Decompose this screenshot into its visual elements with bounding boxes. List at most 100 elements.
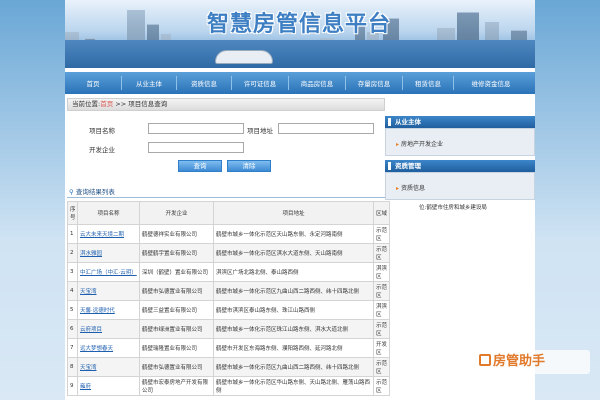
col-header-index: 序号: [67, 201, 78, 225]
query-button[interactable]: 查询: [178, 160, 222, 172]
cell-project-name[interactable]: 云大未来天境二期: [77, 224, 140, 244]
sidebar-body-entities: ▸ 房地产开发企业: [385, 128, 535, 156]
cell-index: 8: [67, 357, 78, 377]
bullet-icon: ▸: [396, 141, 400, 148]
cell-district: 示范区: [373, 357, 390, 377]
table-row: 4 天宝湾 鹤壁市弘德置业有限公司 鹤壁市城乡一体化示范区九曲山西二路西侧、纬十四路北…: [67, 281, 390, 301]
results-header: ⚲ 查询结果列表: [69, 186, 115, 196]
cell-address: 鹤壁市开发区东海路东侧、濮阳路西侧、延河路北侧: [213, 338, 374, 358]
cell-developer: 鹤壁市宏泰房地产开发有限公司: [139, 376, 214, 396]
breadcrumb-home-link[interactable]: 首页: [100, 100, 113, 108]
cell-district: 示范区: [373, 376, 390, 396]
nav-item-commercial-housing[interactable]: 商品房信息: [289, 78, 345, 88]
project-address-input[interactable]: [278, 123, 374, 134]
cell-project-name[interactable]: 雍府: [77, 376, 140, 396]
cell-index: 6: [67, 319, 78, 339]
nav-item-qualification[interactable]: 资质信息: [177, 78, 231, 88]
cell-project-name[interactable]: 天宝湾: [77, 281, 140, 301]
results-title: 查询结果列表: [75, 188, 115, 196]
header-banner: 智慧房管信息平台: [65, 0, 535, 68]
table-header-row: 序号 项目名称 开发企业 项目地址 区域: [67, 201, 390, 225]
table-row: 2 淇水雅园 鹤壁鹤宇置业有限公司 鹤壁市城乡一体化示范区淇水大道东侧、天山路南侧 示范…: [67, 243, 390, 263]
cell-district: 示范区: [373, 281, 390, 301]
search-icon: ⚲: [69, 188, 74, 196]
cell-developer: 鹤壁鹤宇置业有限公司: [139, 243, 214, 263]
nav-item-existing-housing[interactable]: 存量房信息: [346, 78, 402, 88]
project-name-label: 项目名称: [89, 127, 115, 135]
developer-label: 开发企业: [89, 146, 115, 154]
cell-address: 鹤壁市淇滨区泰山路东侧、珠江山路西侧: [213, 300, 374, 320]
cell-address: 鹤壁市城乡一体化示范区华山路东侧、天山路北侧、雁荡山路西侧: [213, 376, 374, 396]
cell-address: 鹤壁市城乡一体化示范区九曲山西二路西侧、纬十四路北侧: [213, 357, 374, 377]
cell-project-name[interactable]: 天宝湾: [77, 357, 140, 377]
breadcrumb: 当前位置:首页 >> 项目信息查询: [67, 98, 385, 111]
nav-item-home[interactable]: 首页: [65, 78, 121, 88]
sidebar-item-developer[interactable]: 房地产开发企业: [401, 141, 443, 148]
table-row: 7 远大梦想春天 鹤壁瑞隆置业有限公司 鹤壁市开发区东海路东侧、濮阳路西侧、延河路北侧…: [67, 338, 390, 358]
cell-project-name[interactable]: 远大梦想春天: [77, 338, 140, 358]
table-row: 8 天宝湾 鹤壁市弘德置业有限公司 鹤壁市城乡一体化示范区九曲山西二路西侧、纬十四路北…: [67, 357, 390, 377]
cell-address: 鹤壁市城乡一体化示范区天山路东侧、永定河路南侧: [213, 224, 374, 244]
table-row: 9 雍府 鹤壁市宏泰房地产开发有限公司 鹤壁市城乡一体化示范区华山路东侧、天山路北侧、…: [67, 376, 390, 396]
stadium-graphic: [215, 50, 273, 64]
cell-developer: 鹤壁三益置业有限公司: [139, 300, 214, 320]
cell-developer: 鹤壁市绿洲置业有限公司: [139, 319, 214, 339]
cell-address: 淇滨区广场北路北侧、泰山路西侧: [213, 262, 374, 282]
site-title: 智慧房管信息平台: [207, 12, 392, 37]
cell-developer: 鹤壁市弘德置业有限公司: [139, 357, 214, 377]
cell-index: 5: [67, 300, 78, 320]
cell-project-name[interactable]: 淇水雅园: [77, 243, 140, 263]
breadcrumb-prefix: 当前位置:: [72, 100, 101, 108]
watermark-logo: 房管助手: [475, 350, 590, 374]
app-logo-icon: [479, 354, 491, 366]
project-address-label: 项目地址: [247, 127, 273, 135]
developer-input[interactable]: [148, 142, 244, 153]
nav-item-entities[interactable]: 从业主体: [122, 78, 176, 88]
project-name-input[interactable]: [148, 123, 244, 134]
table-row: 5 天馨·远德时代 鹤壁三益置业有限公司 鹤壁市淇滨区泰山路东侧、珠江山路西侧 淇滨区: [67, 300, 390, 320]
results-divider: [67, 197, 385, 198]
cell-developer: 深圳（鹤壁）置业有限公司: [139, 262, 214, 282]
breadcrumb-current: 项目信息查询: [128, 100, 168, 108]
clear-button[interactable]: 清除: [227, 160, 271, 172]
cell-district: 示范区: [373, 224, 390, 244]
table-row: 1 云大未来天境二期 鹤壁德祥实业有限公司 鹤壁市城乡一体化示范区天山路东侧、永定河路…: [67, 224, 390, 244]
cell-project-name[interactable]: 云府项目: [77, 319, 140, 339]
cell-index: 3: [67, 262, 78, 282]
sidebar-item-qualification-info[interactable]: 资质信息: [401, 185, 425, 192]
sidebar-section-entities[interactable]: 从业主体: [385, 116, 535, 128]
cell-project-name[interactable]: 中汇广场（中汇·云玥）: [77, 262, 140, 282]
cell-developer: 鹤壁市弘德置业有限公司: [139, 281, 214, 301]
cell-district: 开发区: [373, 338, 390, 358]
nav-item-permits[interactable]: 许可证信息: [232, 78, 288, 88]
cell-address: 鹤壁市城乡一体化示范区珠江山路东侧、淇水大道北侧: [213, 319, 374, 339]
table-row: 6 云府项目 鹤壁市绿洲置业有限公司 鹤壁市城乡一体化示范区珠江山路东侧、淇水大道北侧…: [67, 319, 390, 339]
nav-item-rental[interactable]: 租赁信息: [403, 78, 453, 88]
main-nav: 首页 从业主体 资质信息 许可证信息 商品房信息 存量房信息 租赁信息 维修资金…: [65, 72, 535, 94]
cell-index: 9: [67, 376, 78, 396]
cell-developer: 鹤壁瑞隆置业有限公司: [139, 338, 214, 358]
breadcrumb-separator: >>: [113, 100, 129, 108]
sidebar-footer-text: 位:鹤壁市住房和城乡建设局: [419, 205, 487, 211]
cell-index: 2: [67, 243, 78, 263]
sidebar-body-qualification: ▸ 资质信息: [385, 172, 535, 200]
cell-district: 淇滨区: [373, 300, 390, 320]
cell-project-name[interactable]: 天馨·远德时代: [77, 300, 140, 320]
col-header-developer: 开发企业: [139, 201, 214, 225]
cell-district: 示范区: [373, 243, 390, 263]
sidebar: 从业主体 ▸ 房地产开发企业 资质管理 ▸ 资质信息 位:鹤壁市住房和城乡建设局: [385, 116, 535, 211]
cell-index: 7: [67, 338, 78, 358]
cell-index: 1: [67, 224, 78, 244]
table-row: 3 中汇广场（中汇·云玥） 深圳（鹤壁）置业有限公司 淇滨区广场北路北侧、泰山路西侧淇…: [67, 262, 390, 282]
nav-item-maintenance-fund[interactable]: 维修资金信息: [454, 78, 528, 88]
cell-address: 鹤壁市城乡一体化示范区淇水大道东侧、天山路南侧: [213, 243, 374, 263]
watermark-text: 房管助手: [493, 354, 546, 369]
cell-address: 鹤壁市城乡一体化示范区九曲山西二路西侧、纬十四路北侧: [213, 281, 374, 301]
cell-developer: 鹤壁德祥实业有限公司: [139, 224, 214, 244]
cell-district: 淇滨区: [373, 262, 390, 282]
bullet-icon: ▸: [396, 185, 400, 192]
sidebar-section-qualification[interactable]: 资质管理: [385, 160, 535, 172]
col-header-project-name: 项目名称: [77, 201, 140, 225]
col-header-district: 区域: [373, 201, 390, 225]
cell-district: 示范区: [373, 319, 390, 339]
